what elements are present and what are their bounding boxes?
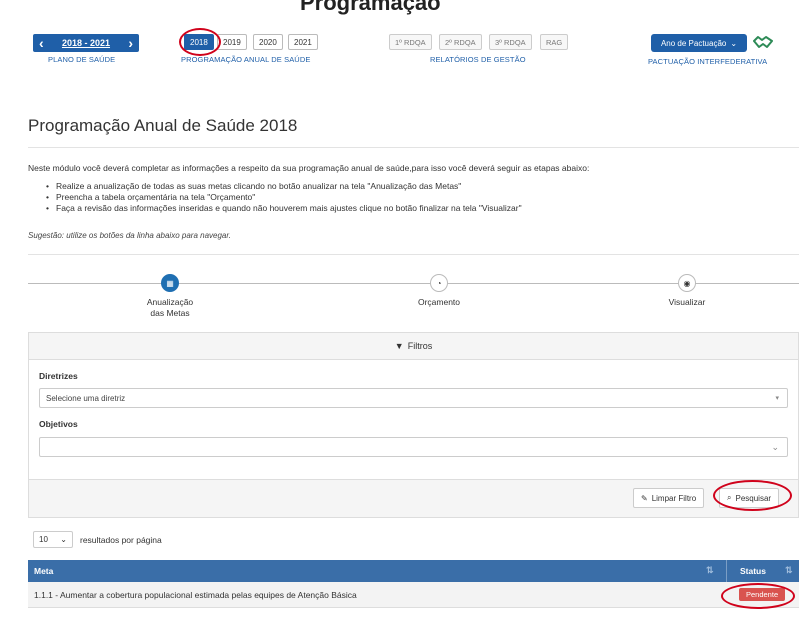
objetivos-select[interactable]: ⌄ xyxy=(39,437,788,457)
filters-title: Filtros xyxy=(407,341,433,351)
column-header-meta[interactable]: Meta xyxy=(34,566,53,576)
divider xyxy=(28,254,799,255)
chevron-down-icon: ⌄ xyxy=(60,535,67,544)
calendar-icon[interactable]: ▦ xyxy=(161,274,179,292)
sort-icon[interactable]: ⇅ xyxy=(785,565,793,576)
column-header-status[interactable]: Status xyxy=(740,566,766,576)
annotation-circle-year xyxy=(179,28,221,56)
filter-icon: ▼ xyxy=(394,341,404,351)
pact-caption[interactable]: PACTUAÇÃO INTERFEDERATIVA xyxy=(648,57,767,66)
eye-icon[interactable]: ◉ xyxy=(678,274,696,292)
step-label: Visualizar xyxy=(668,297,706,307)
report-button-rdqa3[interactable]: 3º RDQA xyxy=(489,34,532,50)
eraser-icon: ✎ xyxy=(641,493,648,503)
page-size-label: resultados por página xyxy=(80,535,162,545)
page-title: Programação Anual de Saúde 2018 xyxy=(28,116,298,135)
table-row[interactable]: 1.1.1 - Aumentar a cobertura populaciona… xyxy=(28,582,799,608)
instruction-item: Realize a anualização de todas as suas m… xyxy=(46,181,522,192)
year-button-2020[interactable]: 2020 xyxy=(253,34,283,50)
sort-icon[interactable]: ⇅ xyxy=(706,565,714,576)
report-button-rdqa1[interactable]: 1º RDQA xyxy=(389,34,432,50)
step-orcamento[interactable]: ◔ Orçamento xyxy=(374,274,504,308)
column-divider xyxy=(726,560,727,582)
step-visualizar[interactable]: ◉ Visualizar xyxy=(622,274,752,308)
filters-header: ▼ Filtros xyxy=(29,333,798,360)
diretrizes-label: Diretrizes xyxy=(39,371,78,381)
clear-filter-button[interactable]: ✎ Limpar Filtro xyxy=(633,488,705,508)
chevron-down-icon: ⌄ xyxy=(730,38,738,48)
step-anualizacao[interactable]: ▦ Anualização das Metas xyxy=(105,274,235,319)
caret-down-icon: ▾ xyxy=(775,395,779,402)
pact-year-label: Ano de Pactuação xyxy=(660,38,727,48)
annotation-circle-search xyxy=(713,480,792,511)
plan-range-selector[interactable]: ‹ 2018 - 2021 › xyxy=(33,34,139,52)
report-button-rdqa2[interactable]: 2º RDQA xyxy=(439,34,482,50)
chevron-left-icon[interactable]: ‹ xyxy=(39,36,44,50)
filters-footer: ✎ Limpar Filtro ⌕ Pesquisar xyxy=(29,479,798,517)
instructions-list: Realize a anualização de todas as suas m… xyxy=(46,181,522,214)
step-label: Orçamento xyxy=(417,297,461,307)
meta-cell: 1.1.1 - Aumentar a cobertura populaciona… xyxy=(34,590,357,600)
year-button-2019[interactable]: 2019 xyxy=(217,34,247,50)
diretrizes-select[interactable]: Selecione uma diretriz ▾ xyxy=(39,388,788,408)
top-navigation: Programação ‹ 2018 - 2021 › PLANO DE SAÚ… xyxy=(0,0,799,66)
objetivos-label: Objetivos xyxy=(39,419,78,429)
page-size-select[interactable]: 10 ⌄ xyxy=(33,531,73,548)
annotation-circle-status xyxy=(721,583,795,609)
step-label: Anualização das Metas xyxy=(146,297,194,318)
pact-year-dropdown[interactable]: Ano de Pactuação ⌄ xyxy=(651,34,747,52)
plan-caption[interactable]: PLANO DE SAÚDE xyxy=(48,55,115,64)
chevron-right-icon[interactable]: › xyxy=(128,36,133,50)
year-button-2021[interactable]: 2021 xyxy=(288,34,318,50)
chevron-down-icon: ⌄ xyxy=(771,441,779,452)
plan-range-label[interactable]: 2018 - 2021 xyxy=(62,38,110,48)
navigation-hint: Sugestão: utilize os botões da linha aba… xyxy=(28,231,231,240)
reports-caption[interactable]: RELATÓRIOS DE GESTÃO xyxy=(430,55,526,64)
pie-chart-icon[interactable]: ◔ xyxy=(430,274,448,292)
handshake-icon[interactable] xyxy=(752,32,774,52)
instruction-item: Faça a revisão das informações inseridas… xyxy=(46,203,522,214)
years-caption[interactable]: PROGRAMAÇÃO ANUAL DE SAÚDE xyxy=(181,55,310,64)
filters-panel: ▼ Filtros Diretrizes Selecione uma diret… xyxy=(28,332,799,518)
table-header: Meta ⇅ Status ⇅ xyxy=(28,560,799,582)
instruction-item: Preencha a tabela orçamentária na tela "… xyxy=(46,192,522,203)
cropped-heading: Programação xyxy=(300,0,441,15)
divider xyxy=(28,147,799,148)
report-button-rag[interactable]: RAG xyxy=(540,34,569,50)
intro-text: Neste módulo você deverá completar as in… xyxy=(28,163,590,173)
